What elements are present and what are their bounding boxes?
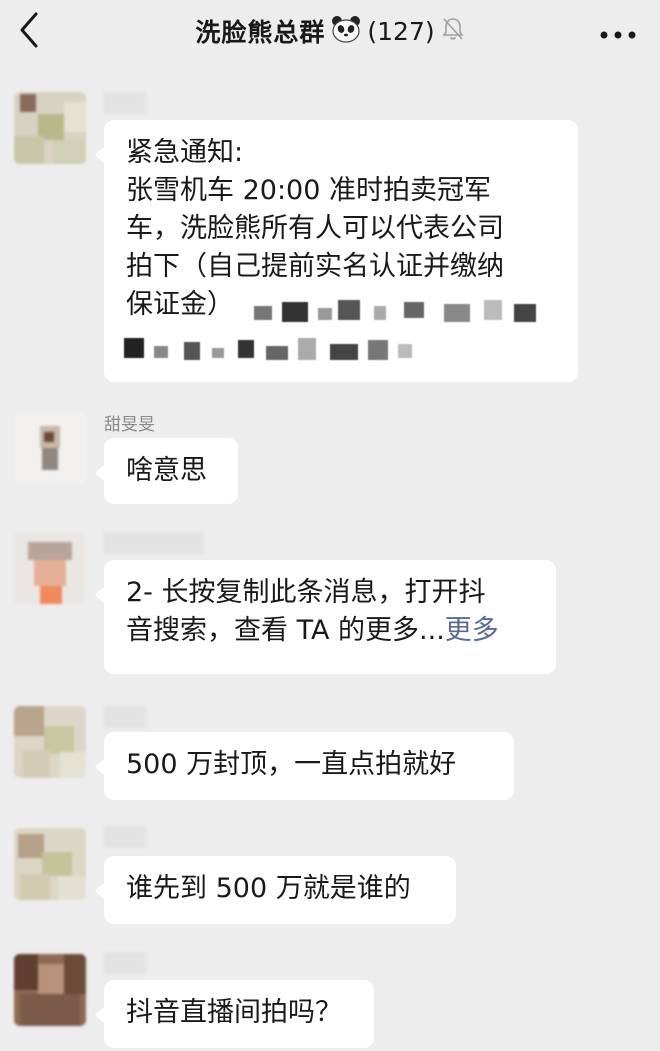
more-dots-icon <box>600 31 636 39</box>
message-text-line: 拍下（自己提前实名认证并缴纳 <box>126 251 504 282</box>
nav-bar: 洗脸熊总群 (127) <box>0 0 660 64</box>
message-bubble[interactable]: 2- 长按复制此条消息，打开抖 音搜索，查看 TA 的更多...更多 <box>95 560 556 674</box>
message-bubble[interactable]: 抖音直播间拍吗？ <box>95 980 374 1048</box>
sender-name-redacted <box>104 826 146 848</box>
message-text-line: 2- 长按复制此条消息，打开抖 <box>126 577 486 608</box>
message-text-line: 张雪机车 20:00 准时拍卖冠军 <box>126 175 491 206</box>
message-text-line: 啥意思 <box>126 455 207 486</box>
panda-emoji-icon <box>331 15 361 47</box>
bell-muted-icon <box>441 16 465 46</box>
message-bubble[interactable]: 紧急通知: 张雪机车 20:00 准时拍卖冠军 车，洗脸熊所有人可以代表公司 拍… <box>95 120 578 382</box>
member-count: (127) <box>367 16 435 46</box>
chat-title: 洗脸熊总群 <box>195 18 326 47</box>
sender-name-redacted <box>104 532 204 554</box>
message-text-line: 500 万封顶，一直点拍就好 <box>126 749 457 780</box>
expand-more-link[interactable]: 更多 <box>445 615 499 646</box>
chat-title-group[interactable]: 洗脸熊总群 (127) <box>0 14 660 48</box>
sender-name-redacted <box>104 952 146 974</box>
redacted-text-mosaic <box>124 298 554 376</box>
message-text-truncated: 音搜索，查看 TA 的更多... <box>126 615 445 646</box>
message-text-line: 车，洗脸熊所有人可以代表公司 <box>126 213 504 244</box>
avatar[interactable] <box>14 412 86 484</box>
message-bubble[interactable]: 谁先到 500 万就是谁的 <box>95 856 456 924</box>
avatar[interactable] <box>14 92 86 164</box>
avatar[interactable] <box>14 954 86 1026</box>
message-text-line: 谁先到 500 万就是谁的 <box>126 873 411 904</box>
sender-name-redacted <box>104 706 146 728</box>
message-bubble[interactable]: 啥意思 <box>95 438 238 504</box>
message-bubble[interactable]: 500 万封顶，一直点拍就好 <box>95 732 514 800</box>
message-text-line: 抖音直播间拍吗？ <box>126 997 342 1028</box>
message-text-line: 紧急通知: <box>126 137 244 168</box>
chat-screen: 洗脸熊总群 (127) 紧急通知: 张雪机车 20:00 准时拍卖冠军 车，洗脸… <box>0 0 660 1051</box>
avatar[interactable] <box>14 706 86 778</box>
sender-name-redacted <box>104 92 146 114</box>
sender-name: 甜旻旻 <box>104 415 155 435</box>
avatar[interactable] <box>14 828 86 900</box>
more-options-button[interactable] <box>598 26 638 39</box>
message-text-line: 音搜索，查看 TA 的更多...更多 <box>126 612 534 650</box>
avatar[interactable] <box>14 532 86 604</box>
